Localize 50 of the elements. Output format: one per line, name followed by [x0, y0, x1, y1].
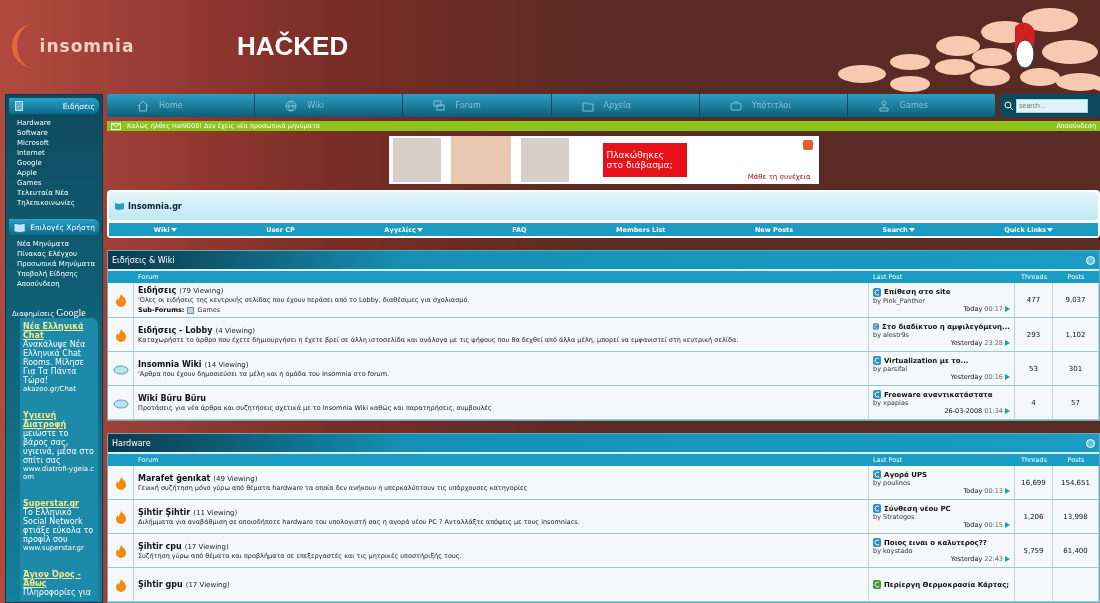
photo-placeholder — [520, 138, 569, 182]
site-logo[interactable]: insomnia — [12, 24, 157, 68]
section-title: Ειδήσεις & Wiki — [112, 255, 175, 265]
ad-headline: Πλακώθηκες στο διάβασμα; — [602, 143, 687, 177]
arrow-icon[interactable] — [1005, 374, 1010, 380]
joystick-icon — [877, 99, 890, 112]
folder-icon — [581, 99, 594, 112]
forum-title-link[interactable]: Ειδήσεις - Lobby — [138, 325, 213, 335]
envelope-icon — [111, 122, 121, 130]
globe-icon — [285, 99, 298, 112]
ad-text: μειώστε το βάρος σας, υγιεινά, μέσα στο σπίτι σας — [23, 429, 95, 465]
tv-icon — [729, 99, 742, 112]
speaker-icon — [802, 140, 813, 150]
ad-text: Το Ελληνικό Social Network φτιάξε εύκολα το προφίλ σου — [23, 508, 95, 544]
ad-text: Ανακάλυψε Νέα Ελληνικά Chat Rooms. Μίλησε Για Τα Πάντα Τώρα! — [23, 340, 87, 385]
arrow-icon[interactable] — [1005, 556, 1010, 562]
house-icon — [137, 99, 149, 112]
forum-title-link[interactable]: Ειδήσεις — [138, 286, 177, 295]
collapse-button[interactable] — [1086, 255, 1095, 265]
forum-title-link[interactable]: Insomnia Wiki — [138, 359, 202, 369]
collapse-button[interactable] — [1086, 438, 1095, 448]
newspaper-icon — [13, 100, 25, 112]
forum-title-link[interactable]: Wiki Būru Būru — [138, 393, 207, 403]
speech-bubbles-icon — [433, 99, 446, 112]
arrow-icon[interactable] — [1005, 522, 1010, 528]
forum-title-link[interactable]: Şihtir Şihtir — [138, 507, 191, 517]
forum-title-link[interactable]: Şihtir gpu — [138, 580, 183, 589]
arrow-icon[interactable] — [1005, 488, 1010, 494]
forum-title-link[interactable]: Şihtir cpu — [138, 541, 182, 551]
photo-placeholder — [392, 138, 441, 182]
caret-icon — [908, 227, 915, 232]
arrow-icon[interactable] — [1005, 408, 1010, 414]
arrow-icon[interactable] — [1005, 340, 1010, 346]
column-header — [108, 454, 134, 466]
search-icon — [1004, 100, 1014, 111]
folder-icon — [187, 306, 195, 314]
caret-icon — [170, 227, 177, 232]
caret-icon — [416, 227, 423, 232]
forum-title-link[interactable]: Marafet ğenıkat — [138, 473, 211, 483]
column-header — [108, 271, 134, 283]
caret-icon — [1047, 227, 1054, 232]
banner-title: HAČKED — [237, 30, 349, 62]
book-icon — [115, 202, 124, 210]
photo-placeholder — [450, 136, 511, 184]
site-title[interactable]: Insomnia.gr — [128, 201, 182, 211]
section-title: Hardware — [112, 438, 151, 448]
ad-text: Πληροφορίες για — [23, 588, 93, 597]
ads-brand: Google — [56, 307, 86, 318]
book-icon — [13, 221, 27, 233]
arrow-icon[interactable] — [1005, 305, 1010, 312]
